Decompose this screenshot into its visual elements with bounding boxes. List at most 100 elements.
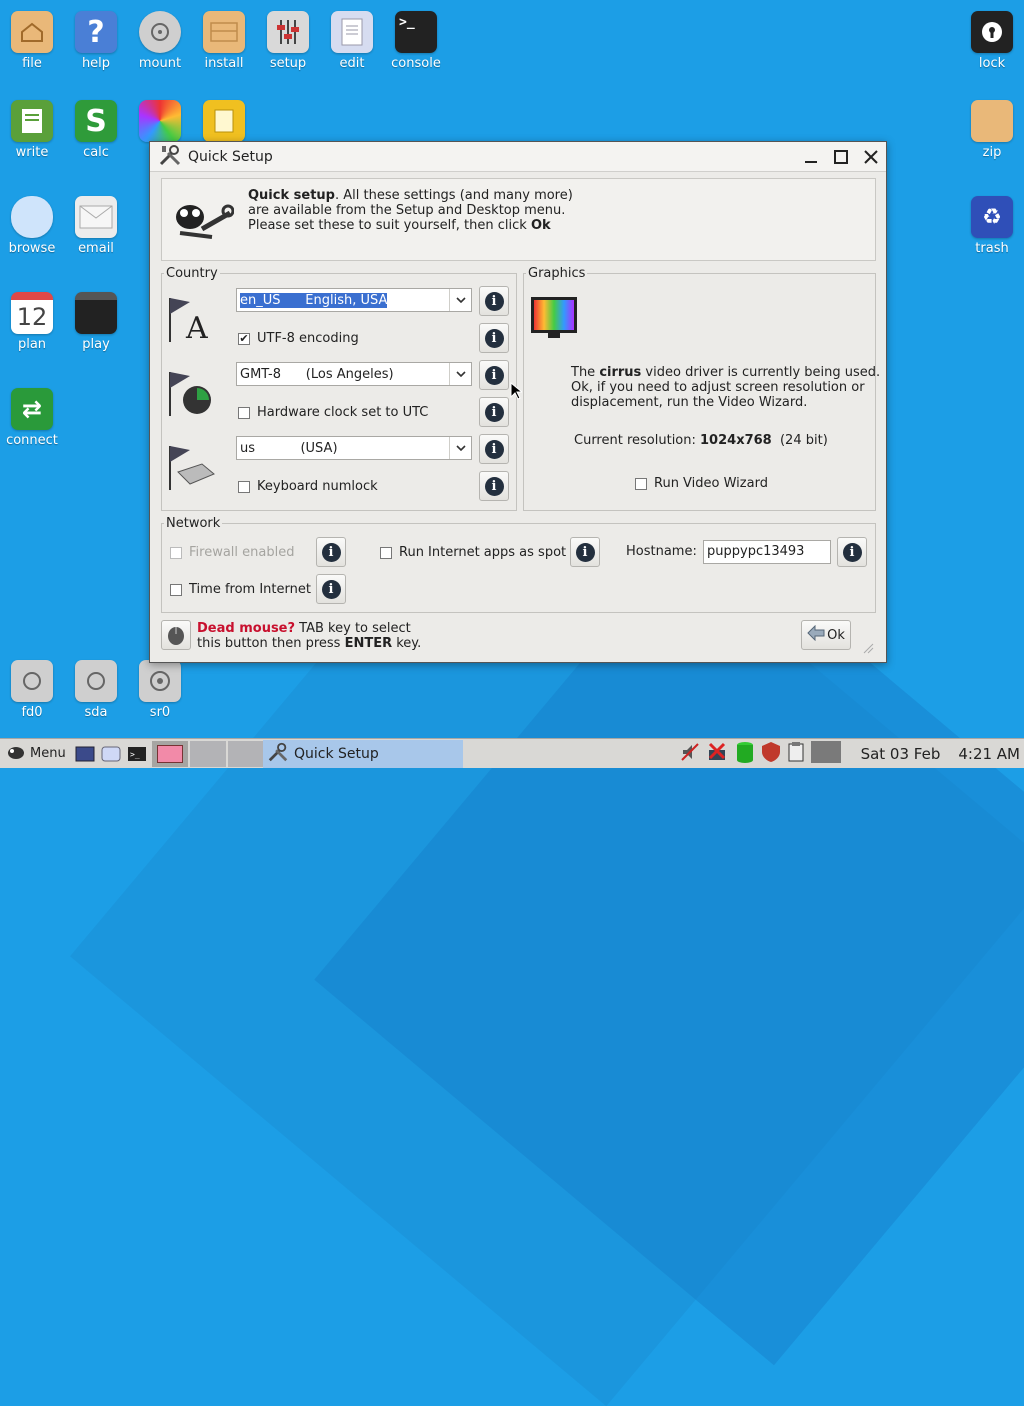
workspace-1[interactable] — [151, 740, 188, 767]
current-resolution: Current resolution: 1024x768 (24 bit) — [574, 433, 828, 448]
start-menu-button[interactable]: Menu — [0, 740, 72, 768]
lock-icon — [971, 11, 1013, 53]
tools-icon — [158, 143, 182, 171]
info-icon: i — [321, 579, 341, 599]
desktop-icon-browse[interactable]: browse — [0, 196, 64, 256]
firewall-shield-icon[interactable] — [761, 741, 781, 767]
desktop-icon-edit[interactable]: edit — [320, 11, 384, 71]
desktop-icon-write[interactable]: write — [0, 100, 64, 160]
desktop-icon-label: help — [81, 56, 111, 71]
clipboard-icon[interactable] — [788, 742, 804, 766]
hostname-info-button[interactable]: i — [837, 537, 867, 567]
numlock-checkbox[interactable]: Keyboard numlock — [238, 479, 378, 494]
puppy-tools-icon — [172, 193, 235, 249]
system-tray — [680, 741, 841, 767]
spot-checkbox[interactable]: Run Internet apps as spot — [380, 545, 566, 560]
tools-icon — [267, 741, 289, 767]
dead-mouse-hint: Dead mouse? TAB key to select this butto… — [197, 621, 421, 651]
video-wizard-checkbox[interactable]: Run Video Wizard — [635, 476, 768, 491]
desktop-icon-paint[interactable] — [128, 100, 192, 145]
maximize-button[interactable] — [834, 149, 848, 164]
pager-icon[interactable] — [811, 741, 841, 767]
network-disconnected-icon[interactable] — [707, 742, 729, 766]
info-icon: i — [484, 365, 504, 385]
resolution-bits: (24 bit) — [771, 433, 828, 448]
utf8-info-button[interactable]: i — [479, 323, 509, 353]
info-icon: i — [484, 328, 504, 348]
hostname-input[interactable]: puppypc13493 — [703, 540, 831, 564]
close-button[interactable] — [864, 149, 878, 164]
country-legend: Country — [166, 266, 218, 281]
browser-launcher-button[interactable] — [98, 741, 124, 767]
show-desktop-button[interactable] — [72, 741, 98, 767]
timezone-info-button[interactable]: i — [479, 360, 509, 390]
firewall-checkbox[interactable]: Firewall enabled — [170, 545, 294, 560]
utf8-checkbox[interactable]: ✔ UTF-8 encoding — [238, 331, 359, 346]
desktop-icon-label: browse — [8, 241, 56, 256]
graphics-msg-line2: Ok, if you need to adjust screen resolut… — [571, 380, 865, 395]
desktop-icon-label: edit — [339, 56, 365, 71]
numlock-info-button[interactable]: i — [479, 471, 509, 501]
terminal-launcher-button[interactable]: >_ — [124, 741, 150, 767]
chevron-down-icon — [449, 289, 471, 311]
taskbar-task-quick-setup[interactable]: Quick Setup — [263, 740, 463, 768]
chevron-down-icon — [449, 363, 471, 385]
info-icon: i — [484, 439, 504, 459]
desktop-icon-help[interactable]: ? help — [64, 11, 128, 71]
desktop-icon-trash[interactable]: ♻ trash — [960, 196, 1024, 256]
drive-icon — [11, 660, 53, 702]
clapper-icon — [75, 292, 117, 334]
desktop-icon-label: mount — [138, 56, 182, 71]
keyboard-select[interactable]: us (USA) — [236, 436, 472, 460]
desktop-icon-setup[interactable]: setup — [256, 11, 320, 71]
workspace-3[interactable] — [227, 740, 264, 767]
locale-select[interactable]: en_US English, USA — [236, 288, 472, 312]
clock[interactable]: Sat 03 Feb 4:21 AM — [861, 739, 1020, 768]
locale-info-button[interactable]: i — [479, 286, 509, 316]
desktop-icon-fd0[interactable]: fd0 — [0, 660, 64, 720]
desktop-icon-install[interactable]: install — [192, 11, 256, 71]
keyboard-info-button[interactable]: i — [479, 434, 509, 464]
resize-grip-icon[interactable] — [862, 642, 874, 654]
desktop-icon-draw[interactable] — [192, 100, 256, 145]
desktop-icon-console[interactable]: >_ console — [384, 11, 448, 71]
storage-icon[interactable] — [736, 741, 754, 767]
time-info-button[interactable]: i — [316, 574, 346, 604]
workspace-2[interactable] — [189, 740, 226, 767]
desktop-icon-lock[interactable]: lock — [960, 11, 1024, 71]
graphics-legend: Graphics — [528, 266, 586, 281]
minimize-button[interactable] — [804, 150, 818, 164]
firewall-info-button[interactable]: i — [316, 537, 346, 567]
info-icon: i — [484, 291, 504, 311]
timezone-select[interactable]: GMT-8 (Los Angeles) — [236, 362, 472, 386]
graphics-msg-post: video driver is currently being used. — [641, 365, 881, 380]
desktop-icon-file[interactable]: file — [0, 11, 64, 71]
chevron-down-icon — [449, 437, 471, 459]
puppy-paw-icon — [6, 743, 26, 765]
hostname-label: Hostname: — [626, 544, 697, 559]
desktop-icon-mount[interactable]: mount — [128, 11, 192, 71]
speaker-muted-icon[interactable] — [680, 742, 700, 766]
desktop-icon-connect[interactable]: ⇄ connect — [0, 388, 64, 448]
desktop-icon-label: email — [78, 241, 114, 256]
desktop-icon-sda[interactable]: sda — [64, 660, 128, 720]
desktop-icon-zip[interactable]: zip — [960, 100, 1024, 160]
desktop-icon-sr0[interactable]: sr0 — [128, 660, 192, 720]
desktop-icon-email[interactable]: email — [64, 196, 128, 256]
time-from-internet-checkbox[interactable]: Time from Internet — [170, 582, 311, 597]
desktop-icon-plan[interactable]: 12 plan — [0, 292, 64, 352]
hwclock-info-button[interactable]: i — [479, 397, 509, 427]
ok-button[interactable]: Ok — [801, 620, 851, 650]
network-group: Network — [161, 516, 876, 613]
desktop-icon-play[interactable]: play — [64, 292, 128, 352]
hint-line2-post: key. — [392, 636, 422, 651]
window-titlebar[interactable]: Quick Setup — [150, 142, 886, 172]
hwclock-checkbox[interactable]: Hardware clock set to UTC — [238, 405, 428, 420]
desktop-icon-calc[interactable]: S calc — [64, 100, 128, 160]
spot-info-button[interactable]: i — [570, 537, 600, 567]
desktop-icon-label: zip — [982, 145, 1002, 160]
desktop-icon-label: calc — [83, 145, 109, 160]
mouse-button[interactable] — [161, 620, 191, 650]
zip-icon — [971, 100, 1013, 142]
network-legend: Network — [166, 516, 221, 531]
